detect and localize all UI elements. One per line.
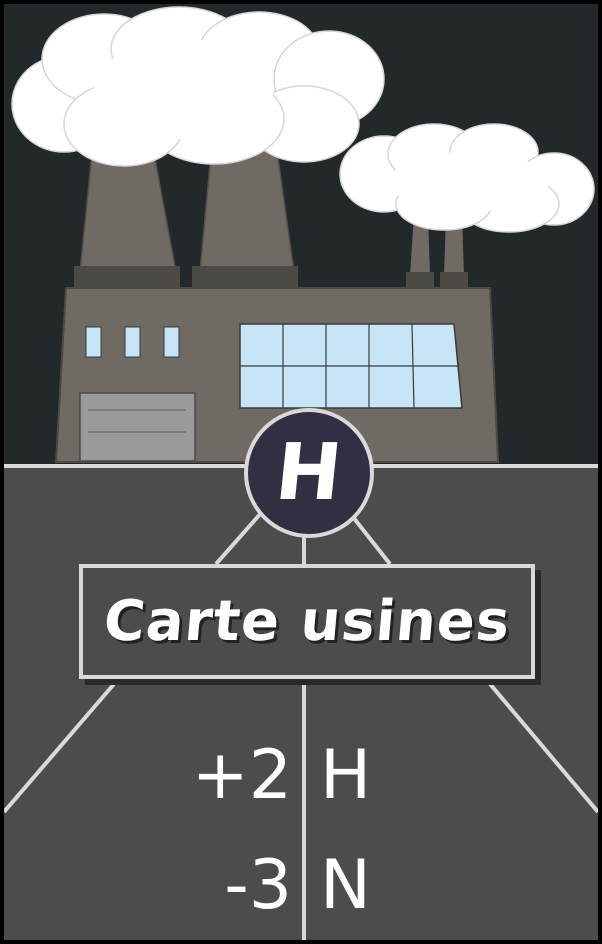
- effect-value: -3: [224, 846, 292, 925]
- effect-row: -3 N: [4, 836, 598, 936]
- effect-resource: H: [320, 736, 372, 815]
- effect-value: +2: [191, 736, 292, 815]
- badge-letter: H: [271, 428, 347, 518]
- resource-badge: H: [244, 408, 374, 538]
- card-title-box: Carte usines: [79, 564, 535, 679]
- effect-row: +2 H: [4, 726, 598, 826]
- effect-resource: N: [320, 846, 371, 925]
- card-title: Carte usines: [100, 589, 513, 654]
- game-card[interactable]: H Carte usines +2 H -3 N: [0, 0, 602, 944]
